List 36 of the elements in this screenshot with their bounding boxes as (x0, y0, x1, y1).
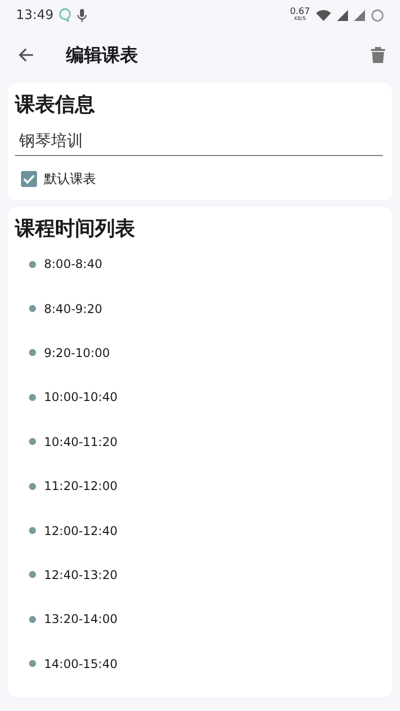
time-slot[interactable]: 13:20-14:00 (44, 612, 118, 626)
delete-button[interactable] (368, 44, 388, 66)
microphone-icon (77, 8, 88, 22)
wifi-icon (316, 10, 331, 20)
trash-icon (370, 46, 386, 64)
battery-icon (371, 8, 384, 22)
bullet-icon (29, 482, 36, 490)
name-field[interactable]: 钢琴培训 (15, 126, 383, 156)
bullet-icon (29, 394, 36, 401)
bullet-icon (29, 571, 36, 578)
bullet-icon (29, 527, 36, 534)
signal-icon (337, 10, 348, 20)
signal-icon (354, 10, 365, 20)
bullet-icon (29, 349, 36, 356)
bullet-icon (29, 438, 36, 446)
status-time: 13:49 (16, 8, 54, 22)
checkbox-label: 默认课表 (44, 171, 96, 188)
time-slot[interactable]: 10:40-11:20 (44, 434, 118, 449)
assistant-icon (59, 8, 72, 22)
time-slot[interactable]: 10:00-10:40 (44, 390, 118, 404)
checkbox[interactable] (21, 171, 37, 187)
time-slot[interactable]: 14:00-15:40 (44, 656, 118, 671)
time-slot[interactable]: 12:00-12:40 (44, 524, 118, 538)
bullet-icon (29, 660, 36, 668)
bullet-icon (29, 305, 36, 312)
time-slot[interactable]: 11:20-12:00 (44, 479, 118, 494)
bullet-icon (29, 260, 36, 268)
card-title: 课程时间列表 (15, 215, 136, 242)
time-slot[interactable]: 8:00-8:40 (44, 257, 102, 272)
time-slot[interactable]: 12:40-13:20 (44, 568, 118, 582)
page-title: 编辑课表 (66, 44, 139, 67)
time-slot[interactable]: 8:40-9:20 (44, 302, 102, 316)
card-title: 课表信息 (15, 91, 96, 118)
network-speed: 0.67 (290, 8, 310, 17)
bullet-icon (29, 616, 36, 623)
time-slot[interactable]: 9:20-10:00 (44, 346, 110, 360)
